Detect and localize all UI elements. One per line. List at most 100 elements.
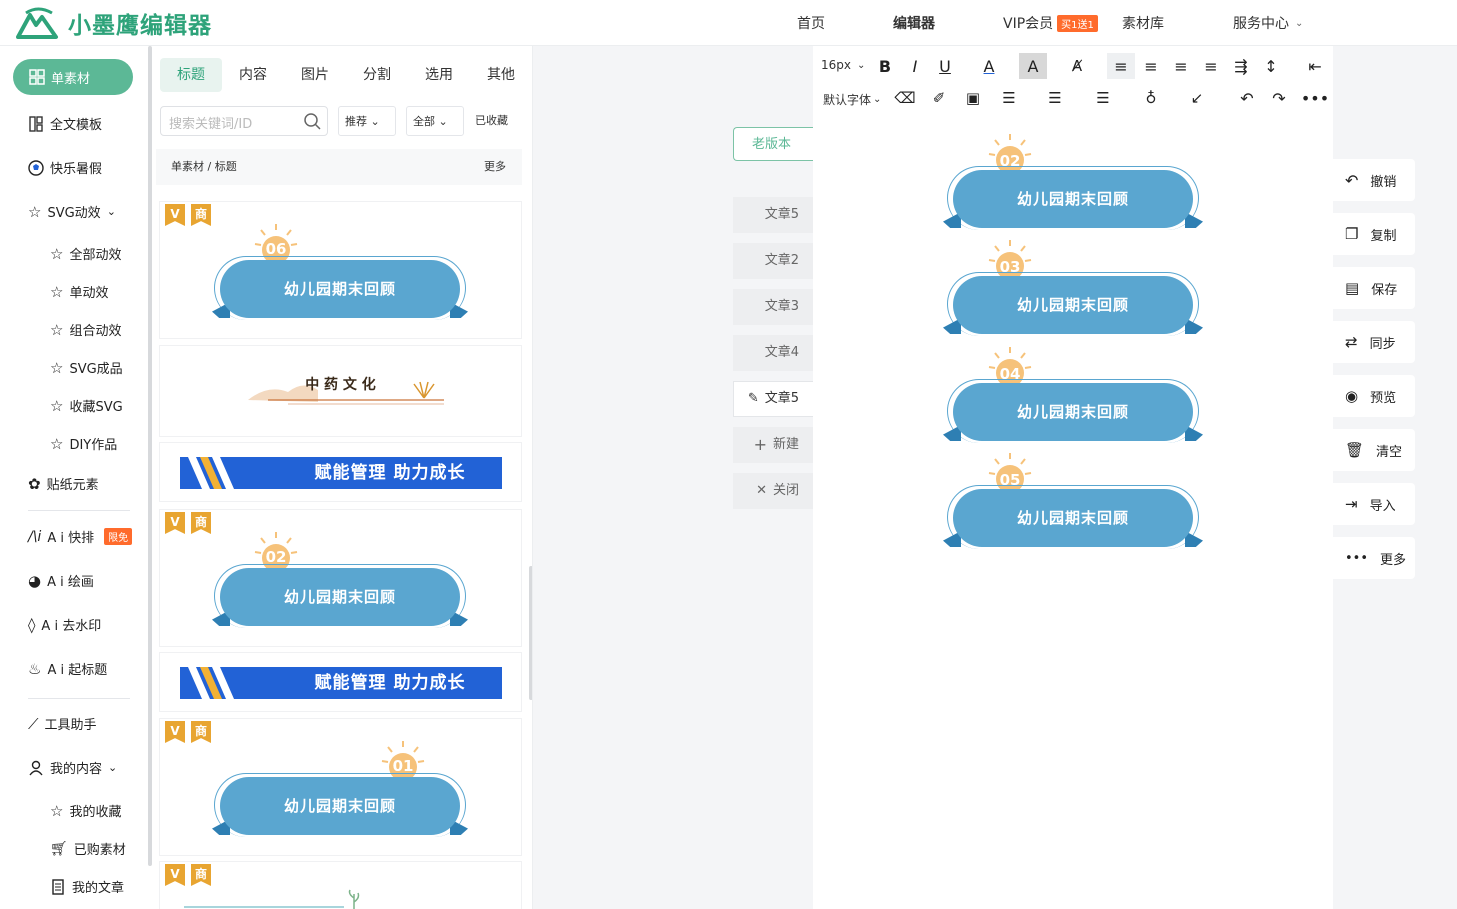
image-icon[interactable]: ▣: [959, 85, 987, 111]
sidebar-item-label: 我的收藏: [69, 805, 122, 820]
save-button[interactable]: ▤ 保存: [1333, 267, 1415, 309]
undo-button[interactable]: ↶ 撤销: [1333, 159, 1415, 201]
tab-image[interactable]: 图片: [284, 58, 346, 92]
sidebar-item-label: A i 快排: [47, 531, 95, 546]
old-version-button[interactable]: 老版本: [733, 127, 813, 161]
font-family-select[interactable]: 默认字体 ⌄: [823, 91, 881, 108]
spacing-icon[interactable]: ☰: [995, 85, 1023, 111]
search-icon[interactable]: [303, 112, 321, 130]
more-button[interactable]: ••• 更多: [1333, 537, 1415, 579]
format-brush-icon[interactable]: ✐: [925, 85, 953, 111]
logo[interactable]: 小墨鹰编辑器: [16, 6, 212, 40]
arrow-icon[interactable]: ↙: [1183, 85, 1211, 111]
align-right-icon[interactable]: ≡: [1167, 53, 1195, 79]
article-tab-current[interactable]: ✎ 文章5: [733, 381, 813, 417]
align-center-icon[interactable]: ≡: [1137, 53, 1165, 79]
sidebar-item-purchased[interactable]: 🛒︎ 已购素材: [50, 839, 126, 859]
bulb-icon[interactable]: ♁: [1137, 85, 1165, 111]
tab-selected[interactable]: 选用: [408, 58, 470, 92]
sidebar-item-svg-fav[interactable]: ☆ 收藏SVG: [50, 396, 123, 416]
clear-button[interactable]: 🗑︎ 清空: [1333, 429, 1415, 471]
eraser-icon[interactable]: ⌫: [891, 85, 919, 111]
nav-vip[interactable]: VIP会员 买1送1: [1003, 0, 1098, 46]
nav-library[interactable]: 素材库: [1122, 0, 1164, 46]
sidebar-item-label: 单动效: [69, 286, 109, 301]
material-card[interactable]: V 商: [160, 862, 521, 909]
sidebar-item-my-articles[interactable]: 我的文章: [50, 877, 124, 896]
underline-icon[interactable]: U: [931, 53, 959, 79]
more-icon[interactable]: •••: [1301, 85, 1329, 111]
nav-editor[interactable]: 编辑器: [893, 0, 935, 46]
exit-icon[interactable]: ⇤: [1301, 53, 1329, 79]
article-tab[interactable]: 文章3: [733, 289, 813, 325]
sidebar-item-svg-finished[interactable]: ☆ SVG成品: [50, 358, 123, 378]
font-size-select[interactable]: 16px ⌄: [821, 58, 865, 72]
nav-home[interactable]: 首页: [797, 0, 825, 46]
range-select[interactable]: 全部 ⌄: [406, 106, 464, 136]
article-tab[interactable]: 文章4: [733, 335, 813, 371]
stripes-decoration: [188, 457, 234, 489]
sync-button[interactable]: ⇄ 同步: [1333, 321, 1415, 363]
article-tab[interactable]: 文章2: [733, 243, 813, 279]
sidebar-item-single-anim[interactable]: ☆ 单动效: [50, 282, 109, 302]
sidebar-item-my-content[interactable]: 我的内容 ⌄: [28, 758, 117, 777]
tab-other[interactable]: 其他: [470, 58, 532, 92]
new-article-button[interactable]: + 新建: [733, 427, 813, 463]
sidebar-item-combo-anim[interactable]: ☆ 组合动效: [50, 320, 121, 340]
logo-icon: [16, 7, 58, 39]
editor-canvas[interactable]: 16px ⌄ B I U A A Ⱥ ≡ ≡ ≡ ≡ ⇶ ↕ ⇤ 默认字体 ⌄ ⌫ …: [813, 46, 1333, 909]
justify-icon[interactable]: ≡: [1197, 53, 1225, 79]
sidebar-item-svg[interactable]: ☆ SVG动效 ⌄: [28, 202, 116, 222]
margin-icon[interactable]: ☰: [1089, 85, 1117, 111]
close-article-button[interactable]: ✕ 关闭: [733, 473, 813, 509]
material-card[interactable]: V 商 06 幼儿园期末回顾: [160, 202, 521, 338]
copy-button[interactable]: ❐ 复制: [1333, 213, 1415, 255]
more-link[interactable]: 更多: [484, 149, 506, 185]
material-card[interactable]: 赋能管理 助力成长: [160, 653, 521, 711]
favorites-filter[interactable]: 已收藏: [475, 106, 525, 136]
sidebar-item-ai-watermark[interactable]: ◊ A i 去水印: [28, 615, 101, 635]
import-button[interactable]: ⇥ 导入: [1333, 483, 1415, 525]
material-card[interactable]: 中 药 文 化: [160, 346, 521, 436]
editor-title-block[interactable]: 04 幼儿园期末回顾: [941, 341, 1205, 451]
tab-divider[interactable]: 分割: [346, 58, 408, 92]
nav-service[interactable]: 服务中心 ⌄: [1233, 0, 1303, 46]
divider-icon[interactable]: ☰: [1041, 85, 1069, 111]
sidebar-item-tools[interactable]: ⟋ 工具助手: [28, 714, 97, 734]
search-input[interactable]: 搜索关键词/ID: [160, 106, 328, 136]
chevron-down-icon: ⌄: [108, 761, 118, 774]
sidebar-item-diy[interactable]: ☆ DIY作品: [50, 434, 117, 454]
sidebar-item-ai-paint[interactable]: ◕ A i 绘画: [28, 571, 94, 591]
sidebar-item-stickers[interactable]: ✿ 贴纸元素: [28, 474, 99, 494]
article-tab[interactable]: 文章5: [733, 197, 813, 233]
editor-title-block[interactable]: 03 幼儿园期末回顾: [941, 234, 1205, 344]
material-card[interactable]: 赋能管理 助力成长: [160, 443, 521, 501]
font-color-icon[interactable]: A: [975, 53, 1003, 79]
sidebar-item-summer[interactable]: 快乐暑假: [28, 158, 102, 177]
italic-icon[interactable]: I: [901, 53, 929, 79]
sidebar-item-single[interactable]: 单素材: [13, 59, 133, 95]
align-left-icon[interactable]: ≡: [1107, 53, 1135, 79]
sidebar-item-all-anim[interactable]: ☆ 全部动效: [50, 244, 121, 264]
editor-title-block[interactable]: 02 幼儿园期末回顾: [941, 128, 1205, 238]
line-height-icon[interactable]: ↕: [1257, 53, 1285, 79]
editor-title-block[interactable]: 05 幼儿园期末回顾: [941, 447, 1205, 557]
highlight-icon[interactable]: A: [1019, 53, 1047, 79]
sidebar-item-my-fav[interactable]: ☆ 我的收藏: [50, 801, 122, 821]
free-badge: 限免: [104, 528, 133, 545]
redo-icon[interactable]: ↷: [1265, 85, 1293, 111]
material-card[interactable]: V 商 01 幼儿园期末回顾: [160, 719, 521, 855]
material-card[interactable]: V 商 02 幼儿园期末回顾: [160, 510, 521, 646]
preview-button[interactable]: ◉ 预览: [1333, 375, 1415, 417]
sidebar-item-templates[interactable]: 全文模板: [28, 114, 102, 133]
sidebar-item-label: 贴纸元素: [46, 478, 99, 493]
sort-select[interactable]: 推荐 ⌄: [338, 106, 396, 136]
undo-icon[interactable]: ↶: [1233, 85, 1261, 111]
tab-title[interactable]: 标题: [160, 58, 222, 92]
sidebar-item-ai-layout[interactable]: /\i A i 快排 限免: [28, 527, 133, 546]
tab-content[interactable]: 内容: [222, 58, 284, 92]
text-effect-icon[interactable]: Ⱥ: [1063, 53, 1091, 79]
bold-icon[interactable]: B: [871, 53, 899, 79]
indent-icon[interactable]: ⇶: [1227, 53, 1255, 79]
sidebar-item-ai-title[interactable]: ♨ A i 起标题: [28, 659, 107, 679]
